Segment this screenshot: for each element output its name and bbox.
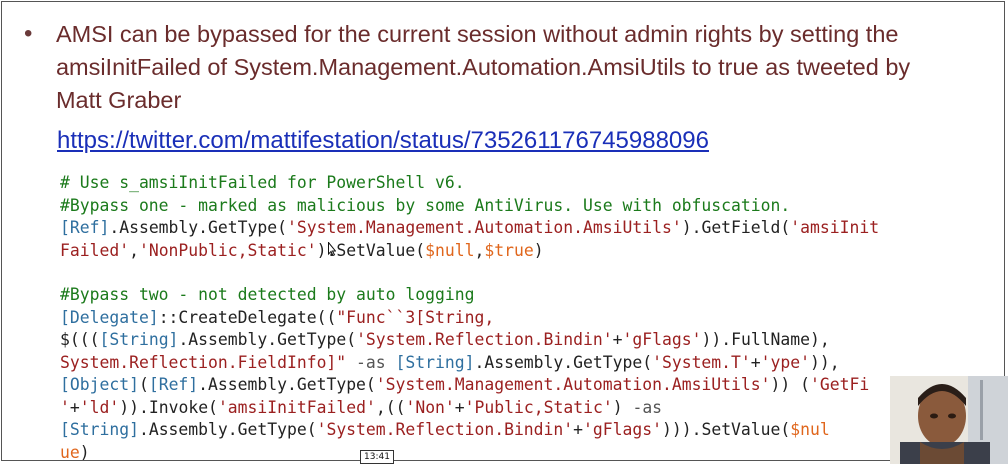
code-plain: .FullName), bbox=[721, 330, 830, 349]
code-string: 'gFlags' bbox=[622, 330, 702, 349]
code-string: Failed' bbox=[60, 240, 130, 260]
code-plain: , bbox=[129, 240, 139, 260]
code-string: 'System.T' bbox=[652, 352, 751, 372]
code-plain: ( bbox=[800, 375, 811, 394]
bullet-point: • AMSI can be bypassed for the current s… bbox=[24, 18, 1004, 117]
code-variable: $null bbox=[425, 240, 475, 260]
bullet-symbol: • bbox=[24, 20, 33, 47]
code-plain: .Assembly.GetType( bbox=[198, 375, 376, 394]
code-plain: )), bbox=[810, 352, 840, 372]
code-plain: .Assembly.GetType( bbox=[178, 330, 357, 349]
video-timestamp: 13:41 bbox=[360, 450, 394, 464]
code-plain: ::CreateDelegate(( bbox=[158, 307, 337, 327]
code-comment: #Bypass one - marked as malicious by som… bbox=[60, 195, 791, 215]
code-plain: , bbox=[474, 240, 485, 260]
code-string: 'NonPublic,Static' bbox=[138, 240, 317, 260]
code-variable: ue bbox=[60, 442, 80, 461]
code-string: 'System.Management.Automation.AmsiUtils' bbox=[375, 375, 771, 394]
bullet-line-3: Matt Graber bbox=[55, 87, 182, 113]
code-block-bypass-two: #Bypass two - not detected by auto loggi… bbox=[60, 284, 870, 461]
code-string: 'Non' bbox=[405, 397, 455, 417]
code-string: 'System.Reflection.Bindin' bbox=[316, 420, 574, 439]
code-plain: ) bbox=[681, 218, 692, 237]
code-string: 'ype' bbox=[760, 352, 810, 372]
code-plain: ) bbox=[79, 442, 90, 461]
code-string: 'gFlags' bbox=[583, 420, 662, 439]
twitter-link[interactable]: https://twitter.com/mattifestation/statu… bbox=[57, 126, 709, 156]
code-block-bypass-one: # Use s_amsiInitFailed for PowerShell v6… bbox=[60, 172, 879, 262]
code-plain: + bbox=[750, 352, 761, 372]
code-operator: -as bbox=[346, 352, 396, 372]
code-string: 'amsiInitFailed' bbox=[217, 397, 376, 417]
bullet-line-2: amsiInitFailed of System.Management.Auto… bbox=[55, 54, 911, 80]
code-plain: ( bbox=[138, 375, 149, 394]
code-type: [Ref] bbox=[60, 218, 110, 237]
code-string: 'GetFi bbox=[810, 375, 870, 394]
code-string: 'Public,Static' bbox=[464, 397, 613, 417]
code-string: ' bbox=[60, 397, 70, 417]
code-variable: $nul bbox=[790, 420, 830, 439]
code-type: [String] bbox=[99, 330, 179, 349]
code-plain: .Invoke( bbox=[138, 397, 218, 417]
bullet-text: AMSI can be bypassed for the current ses… bbox=[56, 18, 1004, 117]
code-plain: .GetField( bbox=[691, 218, 791, 237]
code-string: 'amsiInit bbox=[790, 218, 880, 237]
code-plain: , bbox=[375, 397, 386, 417]
presenter-silhouette bbox=[890, 376, 1008, 464]
code-variable: $true bbox=[484, 240, 534, 260]
code-string: 'System.Management.Automation.AmsiUtils' bbox=[286, 218, 682, 237]
mouse-cursor-icon bbox=[328, 242, 336, 256]
code-type: [Delegate] bbox=[60, 307, 159, 327]
code-plain: ) bbox=[316, 240, 327, 260]
code-plain: .Assembly.GetType( bbox=[109, 218, 287, 237]
bullet-line-1: AMSI can be bypassed for the current ses… bbox=[55, 21, 899, 47]
code-plain: )) bbox=[119, 397, 139, 417]
code-type: [Ref] bbox=[148, 375, 199, 394]
code-plain: )) bbox=[701, 330, 722, 349]
code-string: System.Reflection.FieldInfo]" bbox=[60, 352, 347, 372]
code-comment: #Bypass two - not detected by auto loggi… bbox=[60, 285, 475, 304]
webcam-presenter-image bbox=[890, 376, 1008, 464]
code-operator: -as bbox=[622, 397, 672, 417]
code-plain: $((( bbox=[60, 330, 100, 349]
code-plain: ) bbox=[533, 240, 544, 260]
code-plain: ) bbox=[612, 397, 623, 417]
code-plain: )) bbox=[770, 375, 791, 394]
code-plain: + bbox=[612, 330, 623, 349]
code-plain: + bbox=[573, 420, 584, 439]
code-plain: .Assembly.GetType( bbox=[474, 352, 653, 372]
code-plain bbox=[790, 375, 800, 394]
code-comment: # Use s_amsiInitFailed for PowerShell v6… bbox=[60, 173, 465, 192]
code-plain: .Assembly.GetType( bbox=[138, 420, 317, 439]
slide-frame: • AMSI can be bypassed for the current s… bbox=[1, 1, 1005, 461]
code-plain: .SetValue( bbox=[326, 240, 426, 260]
code-plain: ))).SetValue( bbox=[661, 420, 791, 439]
code-type: [Object] bbox=[60, 375, 139, 394]
code-plain: + bbox=[454, 397, 465, 417]
code-type: [String] bbox=[395, 352, 475, 372]
code-string: "Func``3[String, bbox=[336, 307, 495, 327]
code-string: 'ld' bbox=[79, 397, 120, 417]
code-type: [String] bbox=[60, 420, 139, 439]
code-plain: + bbox=[69, 397, 80, 417]
code-plain: (( bbox=[385, 397, 406, 417]
code-string: 'System.Reflection.Bindin' bbox=[356, 330, 613, 349]
